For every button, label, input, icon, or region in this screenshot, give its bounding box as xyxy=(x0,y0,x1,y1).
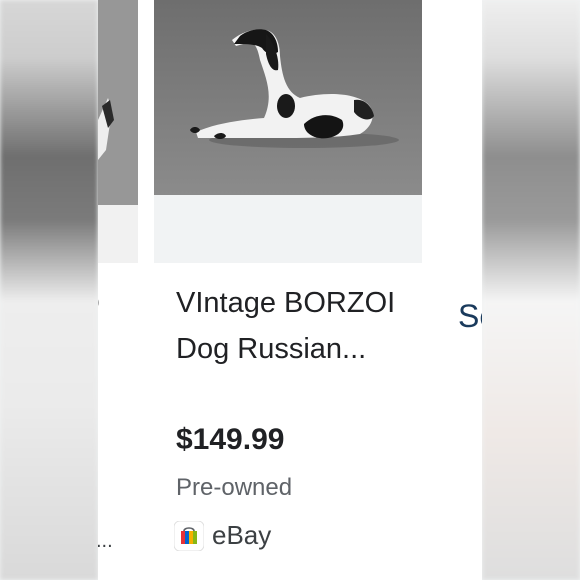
product-card[interactable]: VIntage BORZOI Dog Russian... $149.99 Pr… xyxy=(154,0,422,580)
divider xyxy=(422,0,482,580)
shopping-bag-icon xyxy=(174,520,204,551)
previous-product-card[interactable]: o ... xyxy=(98,0,138,580)
product-price: $149.99 xyxy=(176,423,285,456)
product-image[interactable] xyxy=(154,0,422,195)
product-condition: Pre-owned xyxy=(176,474,293,501)
figurine-fragment-image xyxy=(98,0,138,205)
product-title-fragment: o xyxy=(98,285,100,317)
seller-row[interactable]: eBay xyxy=(174,520,271,551)
seller-fragment: ... xyxy=(98,530,113,552)
blurred-background-left xyxy=(0,0,98,580)
divider xyxy=(138,0,154,580)
see-more-link-fragment[interactable]: Se xyxy=(458,298,482,335)
image-footer-band xyxy=(98,205,138,263)
blurred-background-right xyxy=(482,0,580,580)
image-footer-band xyxy=(154,195,422,263)
borzoi-figurine-icon xyxy=(154,0,422,195)
product-title[interactable]: VIntage BORZOI Dog Russian... xyxy=(176,280,416,372)
product-image xyxy=(98,0,138,205)
seller-name: eBay xyxy=(212,520,272,550)
